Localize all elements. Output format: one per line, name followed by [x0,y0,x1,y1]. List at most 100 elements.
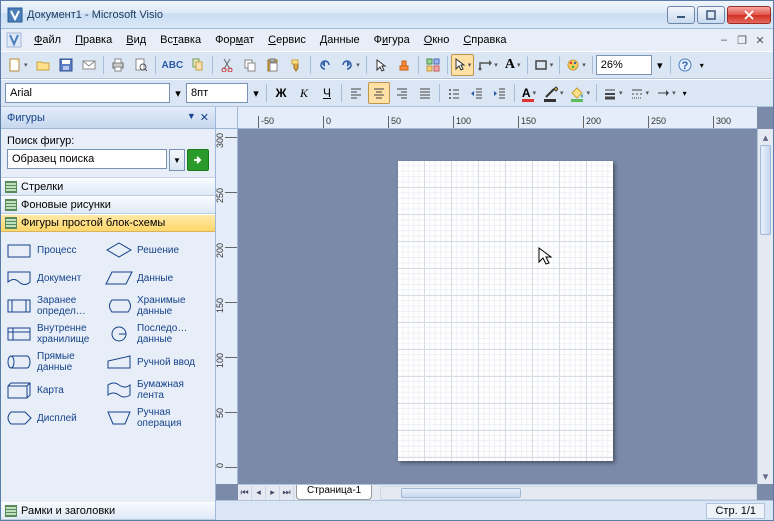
horizontal-ruler[interactable]: -50050100150200250300350 [238,107,757,129]
shape-item[interactable]: Дисплей [3,404,103,432]
redo-button[interactable] [337,54,363,76]
menu-справка[interactable]: Справка [456,32,513,48]
horizontal-scrollbar[interactable] [380,486,757,500]
increase-indent-button[interactable] [489,82,511,104]
zoom-dropdown-button[interactable]: ▾ [653,54,667,76]
mail-button[interactable] [78,54,100,76]
bold-button[interactable]: Ж [270,82,292,104]
menu-фигура[interactable]: Фигура [367,32,417,48]
stamp-button[interactable] [393,54,415,76]
shape-item[interactable]: Хранимые данные [103,292,203,320]
toolbar-options-button[interactable]: ▾ [697,54,707,76]
minimize-button[interactable] [667,6,695,24]
help-button[interactable]: ? [674,54,696,76]
tab-last-button[interactable]: ⏭ [280,486,294,500]
line-ends-button[interactable] [653,82,679,104]
shape-item[interactable]: Данные [103,264,203,292]
shape-item[interactable]: Ручная операция [103,404,203,432]
print-preview-button[interactable] [130,54,152,76]
mdi-minimize-button[interactable]: – [716,33,732,47]
paste-button[interactable] [262,54,284,76]
fill-color-button[interactable] [568,82,594,104]
shape-item[interactable]: Решение [103,236,203,264]
shape-item[interactable]: Внутренне хранилище [3,320,103,348]
tab-next-button[interactable]: ▸ [266,486,280,500]
vertical-scrollbar[interactable]: ▴ ▾ [757,129,773,484]
panel-close-icon[interactable]: ✕ [200,111,209,124]
scroll-down-button[interactable]: ▾ [758,468,773,484]
menu-файл[interactable]: Файл [27,32,68,48]
font-name-input[interactable] [5,83,170,103]
vscroll-thumb[interactable] [760,145,771,235]
shape-item[interactable]: Бумажная лента [103,376,203,404]
tab-prev-button[interactable]: ◂ [252,486,266,500]
menu-вставка[interactable]: Вставка [153,32,208,48]
page-tab[interactable]: Страница-1 [296,485,372,500]
line-weight-button[interactable] [600,82,626,104]
font-size-input[interactable] [186,83,248,103]
shape-search-go-button[interactable] [187,149,209,171]
shape-search-dropdown[interactable]: ▼ [169,149,185,171]
zoom-input[interactable] [596,55,652,75]
rectangle-tool-button[interactable] [531,54,557,76]
menu-сервис[interactable]: Сервис [261,32,313,48]
stencil-category[interactable]: Фигуры простой блок-схемы [1,214,215,232]
scroll-up-button[interactable]: ▴ [758,129,773,145]
underline-button[interactable]: Ч [316,82,338,104]
copy-button[interactable] [239,54,261,76]
shapes-window-button[interactable] [422,54,444,76]
cut-button[interactable] [216,54,238,76]
connector-tool-button[interactable] [475,54,501,76]
shape-item[interactable]: Процесс [3,236,103,264]
bullets-button[interactable] [443,82,465,104]
align-justify-button[interactable] [414,82,436,104]
viewport[interactable] [238,129,757,484]
print-button[interactable] [107,54,129,76]
line-pattern-button[interactable] [627,82,653,104]
research-button[interactable] [187,54,209,76]
line-color-button[interactable] [541,82,567,104]
menu-формат[interactable]: Формат [208,32,261,48]
shape-item[interactable]: Карта [3,376,103,404]
align-left-button[interactable] [345,82,367,104]
spellcheck-button[interactable]: ABC [159,54,187,76]
panel-dropdown-icon[interactable]: ▼ [187,111,196,124]
menu-окно[interactable]: Окно [417,32,457,48]
font-size-dropdown[interactable]: ▾ [249,82,263,104]
undo-button[interactable] [314,54,336,76]
align-right-button[interactable] [391,82,413,104]
menu-вид[interactable]: Вид [119,32,153,48]
stencil-category[interactable]: Стрелки [1,178,215,196]
menu-данные[interactable]: Данные [313,32,367,48]
theme-button[interactable] [563,54,589,76]
mdi-close-button[interactable]: ✕ [752,33,768,47]
shape-item[interactable]: Ручной ввод [103,348,203,376]
pointer-tool-button[interactable] [370,54,392,76]
open-button[interactable] [32,54,54,76]
shape-search-input[interactable] [7,149,167,169]
decrease-indent-button[interactable] [466,82,488,104]
toolbar-options-button-2[interactable]: ▾ [680,82,690,104]
menu-правка[interactable]: Правка [68,32,119,48]
tab-first-button[interactable]: ⏮ [238,486,252,500]
text-tool-button[interactable]: A [502,54,524,76]
drawing-page[interactable] [398,161,613,461]
font-name-dropdown[interactable]: ▾ [171,82,185,104]
shape-item[interactable]: Прямые данные [3,348,103,376]
vertical-ruler[interactable]: 300250200150100500 [216,129,238,484]
hscroll-thumb[interactable] [401,488,521,498]
close-button[interactable] [727,6,771,24]
shape-item[interactable]: Последо… данные [103,320,203,348]
align-center-button[interactable] [368,82,390,104]
select-tool-button[interactable] [451,54,475,76]
mdi-restore-button[interactable]: ❐ [734,33,750,47]
save-button[interactable] [55,54,77,76]
font-color-button[interactable]: A [518,82,540,104]
stencil-category[interactable]: Фоновые рисунки [1,196,215,214]
shape-item[interactable]: Заранее определ… [3,292,103,320]
new-button[interactable] [5,54,31,76]
maximize-button[interactable] [697,6,725,24]
stencil-category[interactable]: Рамки и заголовки [1,502,215,520]
format-painter-button[interactable] [285,54,307,76]
italic-button[interactable]: К [293,82,315,104]
